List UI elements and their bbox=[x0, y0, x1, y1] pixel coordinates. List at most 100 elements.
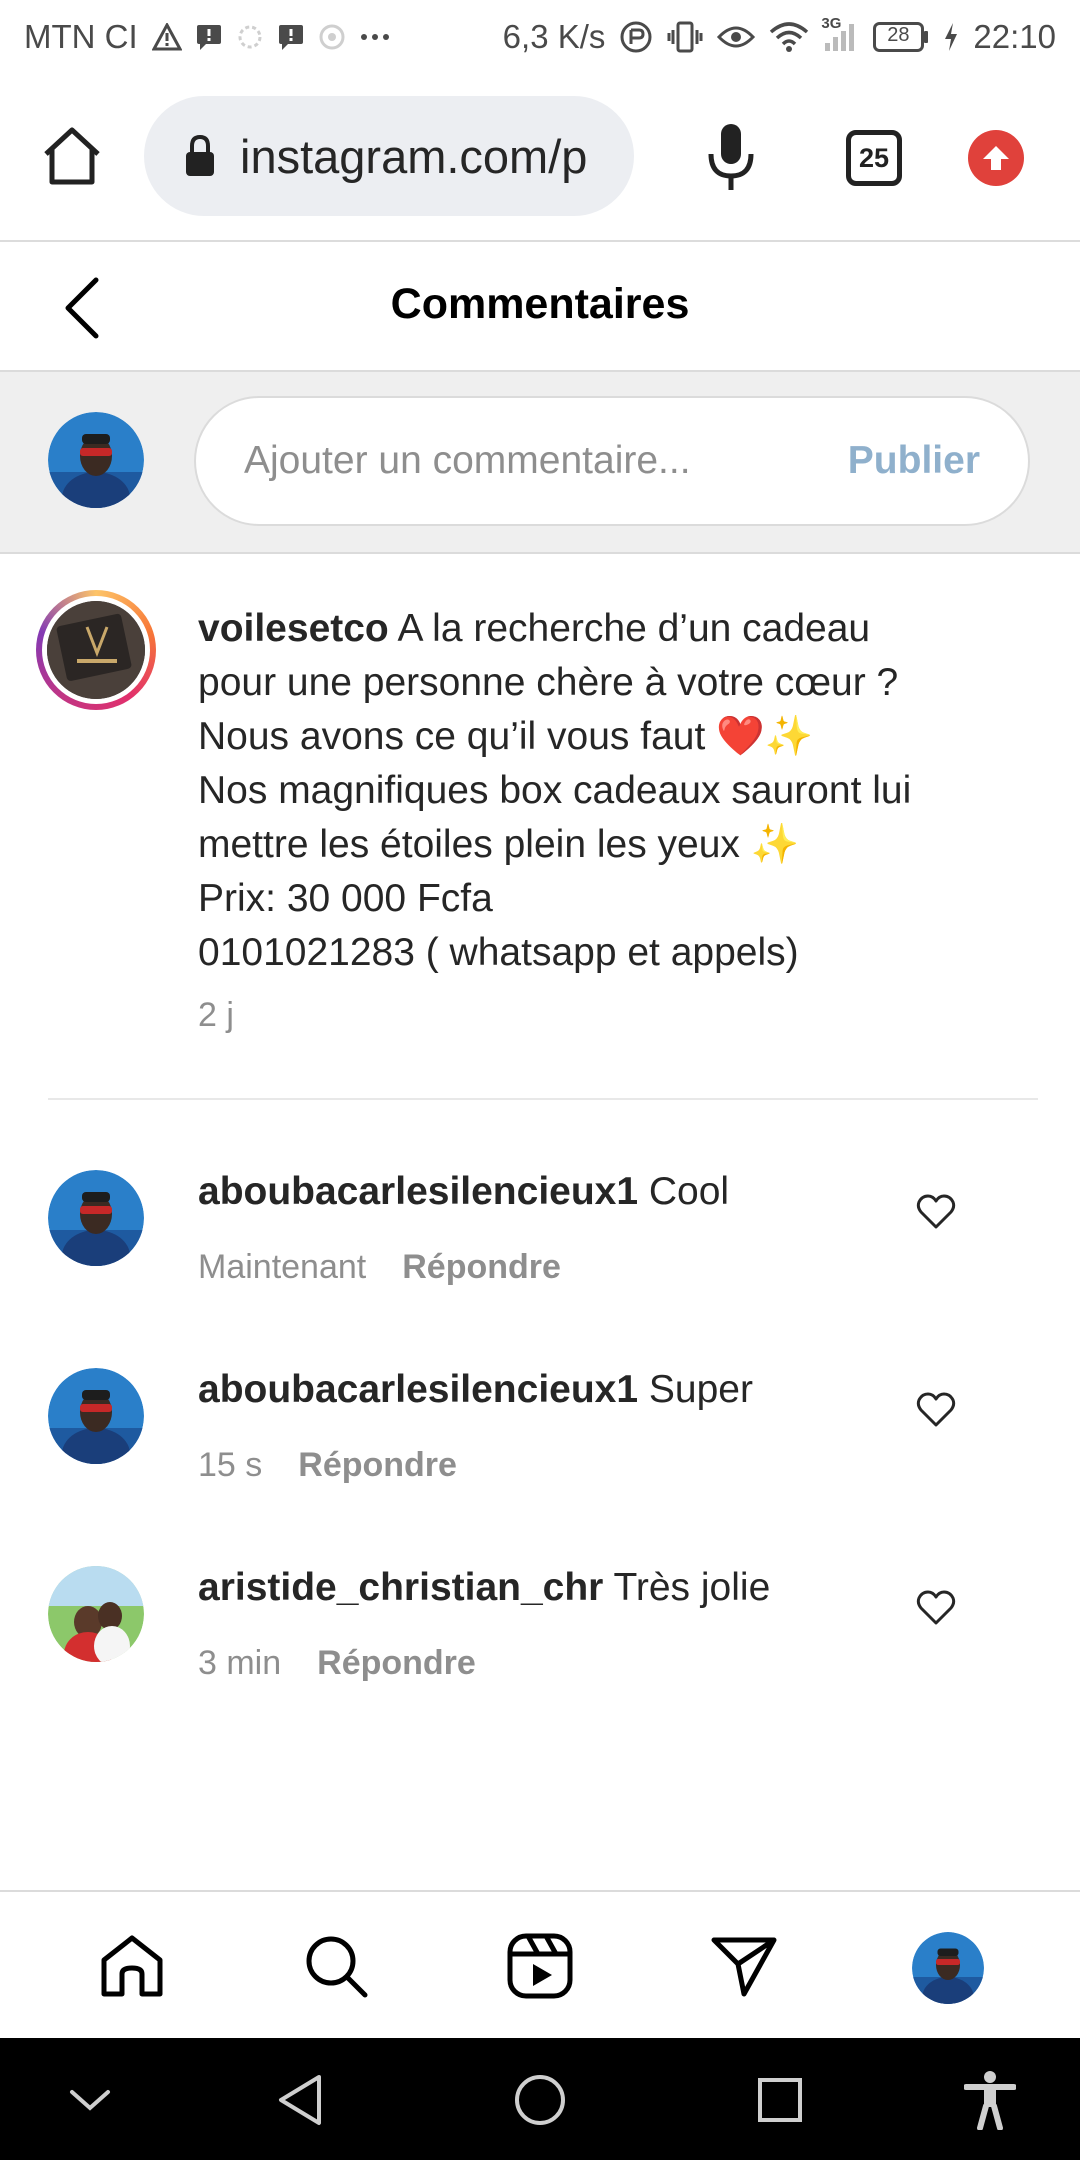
caption-line: Nous avons ce qu’il vous faut ❤️✨ bbox=[198, 715, 814, 758]
arrow-up-icon bbox=[983, 146, 1009, 170]
warning-icon bbox=[151, 23, 182, 51]
home-icon bbox=[44, 127, 100, 185]
system-navigation-bar bbox=[0, 2038, 1080, 2160]
like-button[interactable] bbox=[916, 1588, 956, 1628]
divider bbox=[48, 1098, 1038, 1100]
caption-text: voilesetco A la recherche d’un cadeau po… bbox=[198, 602, 998, 980]
nav-home[interactable] bbox=[96, 1930, 168, 2002]
comment-text: aboubacarlesilencieux1 Super bbox=[198, 1368, 753, 1412]
collapse-button[interactable] bbox=[58, 2068, 122, 2132]
nav-direct[interactable] bbox=[708, 1930, 780, 2002]
avatar[interactable] bbox=[48, 1566, 144, 1662]
circle-home-icon bbox=[515, 2075, 565, 2125]
update-button[interactable] bbox=[968, 130, 1024, 186]
nav-reels[interactable] bbox=[504, 1930, 576, 2002]
tab-switcher-button[interactable]: 25 bbox=[846, 130, 902, 186]
voice-search-button[interactable] bbox=[706, 122, 756, 192]
url-bar[interactable]: instagram.com/p bbox=[144, 96, 634, 216]
comment-meta: Maintenant Répondre bbox=[198, 1248, 561, 1287]
microphone-icon bbox=[708, 124, 754, 190]
vibrate-icon bbox=[667, 20, 703, 54]
send-icon bbox=[711, 1937, 777, 1997]
like-button[interactable] bbox=[916, 1192, 956, 1232]
comment-meta: 15 s Répondre bbox=[198, 1446, 457, 1485]
caption-line: 0101021283 ( whatsapp et appels) bbox=[198, 931, 799, 974]
comment-text: aboubacarlesilencieux1 Cool bbox=[198, 1170, 729, 1214]
list-item: aboubacarlesilencieux1 Super 15 s Répond… bbox=[0, 1338, 1080, 1536]
comment-username[interactable]: aboubacarlesilencieux1 bbox=[198, 1170, 638, 1213]
caption-line: mettre les étoiles plein les yeux ✨ bbox=[198, 823, 800, 866]
comment-username[interactable]: aboubacarlesilencieux1 bbox=[198, 1368, 638, 1411]
more-notifications-icon bbox=[360, 32, 390, 42]
reply-button[interactable]: Répondre bbox=[317, 1644, 476, 1683]
network-speed: 6,3 K/s bbox=[502, 18, 606, 55]
accessibility-button[interactable] bbox=[958, 2068, 1022, 2132]
browser-toolbar: instagram.com/p 25 bbox=[0, 74, 1080, 242]
system-recents-button[interactable] bbox=[748, 2068, 812, 2132]
caption-line: Prix: 30 000 Fcfa bbox=[198, 877, 493, 920]
avatar bbox=[912, 1932, 984, 2004]
caption-line: Nos magnifiques box cadeaux sauront lui bbox=[198, 769, 912, 812]
eye-icon bbox=[717, 23, 756, 51]
search-icon bbox=[306, 1936, 368, 1998]
battery-level: 28 bbox=[887, 24, 910, 46]
comment-body: Très jolie bbox=[613, 1566, 771, 1609]
comment-timestamp: 3 min bbox=[198, 1644, 282, 1682]
caption-avatar[interactable] bbox=[36, 590, 156, 710]
comment-body: Super bbox=[648, 1368, 753, 1411]
avatar[interactable] bbox=[48, 1170, 144, 1266]
publish-button[interactable]: Publier bbox=[848, 439, 980, 483]
back-triangle-icon bbox=[279, 2075, 321, 2125]
signal-icon: 3G bbox=[821, 15, 859, 53]
comment-timestamp: 15 s bbox=[198, 1446, 263, 1484]
comment-timestamp: Maintenant bbox=[198, 1248, 367, 1286]
message-icon-2 bbox=[278, 24, 304, 50]
caption-username[interactable]: voilesetco bbox=[198, 607, 389, 650]
app-icon bbox=[318, 23, 346, 51]
battery-icon: 28 bbox=[873, 22, 929, 52]
square-recents-icon bbox=[758, 2078, 802, 2122]
chevron-down-icon bbox=[70, 2090, 110, 2111]
comment-field[interactable]: Publier bbox=[194, 396, 1030, 526]
lock-icon bbox=[186, 134, 214, 176]
browser-home-button[interactable] bbox=[40, 124, 104, 188]
sync-icon bbox=[236, 23, 264, 51]
wifi-icon bbox=[769, 22, 809, 52]
reels-icon bbox=[507, 1933, 573, 1999]
heart-icon bbox=[916, 1590, 956, 1625]
avatar[interactable] bbox=[48, 1368, 144, 1464]
accessibility-icon bbox=[964, 2071, 1016, 2130]
comment-username[interactable]: aristide_christian_chr bbox=[198, 1566, 603, 1609]
page-title: Commentaires bbox=[390, 280, 690, 328]
comment-body: Cool bbox=[648, 1170, 730, 1213]
nav-profile[interactable] bbox=[912, 1932, 984, 2004]
home-icon bbox=[101, 1935, 163, 1997]
heart-icon bbox=[916, 1392, 956, 1427]
clock: 22:10 bbox=[973, 18, 1056, 55]
reply-button[interactable]: Répondre bbox=[402, 1248, 561, 1287]
url-text: instagram.com/p bbox=[240, 129, 588, 183]
system-back-button[interactable] bbox=[268, 2068, 332, 2132]
comments-list: aboubacarlesilencieux1 Cool Maintenant R… bbox=[0, 1140, 1080, 1734]
data-saver-icon bbox=[619, 20, 653, 54]
post-caption: voilesetco A la recherche d’un cadeau po… bbox=[0, 556, 1080, 1100]
reply-button[interactable]: Répondre bbox=[298, 1446, 457, 1485]
message-icon bbox=[196, 24, 222, 50]
comment-text: aristide_christian_chr Très jolie bbox=[198, 1566, 770, 1610]
like-button[interactable] bbox=[916, 1390, 956, 1430]
comment-input[interactable] bbox=[244, 439, 804, 483]
list-item: aboubacarlesilencieux1 Cool Maintenant R… bbox=[0, 1140, 1080, 1338]
comments-header: Commentaires bbox=[0, 244, 1080, 372]
add-comment-bar: Publier bbox=[0, 372, 1080, 554]
nav-search[interactable] bbox=[300, 1930, 372, 2002]
charging-icon bbox=[943, 22, 959, 52]
status-bar: MTN CI 6,3 K/s 3G 28 22:10 bbox=[0, 0, 1080, 74]
comment-meta: 3 min Répondre bbox=[198, 1644, 476, 1683]
carrier-name: MTN CI bbox=[24, 18, 138, 55]
system-home-button[interactable] bbox=[508, 2068, 572, 2132]
list-item: aristide_christian_chr Très jolie 3 min … bbox=[0, 1536, 1080, 1734]
network-type: 3G bbox=[821, 15, 842, 32]
heart-icon bbox=[916, 1194, 956, 1229]
caption-timestamp: 2 j bbox=[198, 996, 234, 1034]
caption-line: A la recherche d’un cadeau bbox=[397, 607, 871, 650]
